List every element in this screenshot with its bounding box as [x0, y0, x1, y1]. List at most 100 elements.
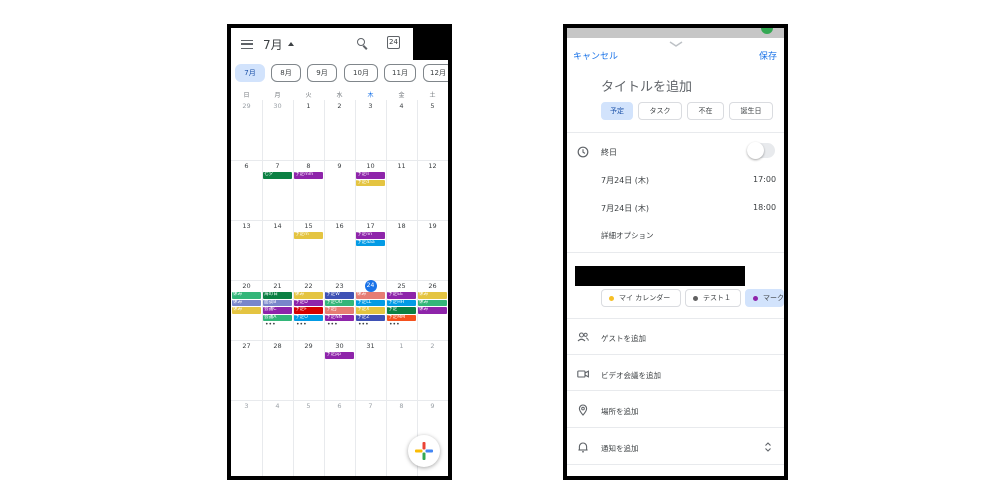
event-chip[interactable]: 休み [232, 299, 261, 307]
drag-handle-icon[interactable] [669, 41, 683, 47]
add-location-button[interactable]: 場所を追加 [601, 406, 639, 417]
day-number[interactable]: 4 [386, 102, 417, 110]
day-number[interactable]: 29 [293, 342, 324, 350]
start-time[interactable]: 17:00 [753, 175, 776, 184]
event-chip[interactable]: 予定LL [356, 299, 385, 307]
day-number[interactable]: 9 [417, 402, 448, 410]
day-number[interactable]: 15 [293, 222, 324, 230]
event-chip[interactable]: 予定nn [356, 232, 385, 239]
month-chip[interactable]: 7月 [235, 64, 265, 82]
event-chip[interactable]: 予定D [294, 299, 323, 307]
day-number[interactable]: 11 [386, 162, 417, 170]
event-chip[interactable]: 予定NN [325, 314, 354, 322]
event-chip[interactable]: 予定OO [325, 299, 354, 307]
event-chip[interactable]: 予定J [325, 307, 354, 314]
day-number[interactable]: 7 [355, 402, 386, 410]
end-date[interactable]: 7月24日 (木) [601, 203, 649, 214]
day-number[interactable]: 25 [386, 282, 417, 290]
day-number[interactable]: 30 [262, 102, 293, 110]
day-number[interactable]: 12 [417, 162, 448, 170]
event-chip[interactable]: 会議C [263, 307, 292, 314]
day-number[interactable]: 8 [386, 402, 417, 410]
menu-icon[interactable] [241, 40, 253, 49]
more-events-indicator[interactable]: ••• [327, 322, 338, 328]
day-number[interactable]: 5 [293, 402, 324, 410]
day-number[interactable]: 30 [324, 342, 355, 350]
day-number[interactable]: 2 [417, 342, 448, 350]
day-number[interactable]: 4 [262, 402, 293, 410]
event-chip[interactable]: 面談B [263, 299, 292, 307]
day-number[interactable]: 31 [355, 342, 386, 350]
day-number[interactable]: 3 [231, 402, 262, 410]
expand-collapse-icon[interactable] [764, 441, 772, 453]
event-chip[interactable]: 予定F [294, 307, 323, 314]
day-number[interactable]: 3 [355, 102, 386, 110]
start-date[interactable]: 7月24日 (木) [601, 175, 649, 186]
day-number[interactable]: 6 [324, 402, 355, 410]
month-chip[interactable]: 11月 [384, 64, 416, 82]
create-event-button[interactable] [408, 435, 440, 467]
event-type-chip[interactable]: 不在 [687, 102, 724, 120]
add-video-conference-button[interactable]: ビデオ会議を追加 [601, 370, 661, 381]
day-number[interactable]: 27 [231, 342, 262, 350]
event-chip[interactable]: 予定 [387, 307, 416, 314]
event-chip[interactable]: 休み [232, 307, 261, 314]
event-chip[interactable]: 予定X [356, 307, 385, 314]
day-number[interactable]: 28 [262, 342, 293, 350]
day-number[interactable]: 16 [324, 222, 355, 230]
more-events-indicator[interactable]: ••• [358, 322, 369, 328]
event-chip[interactable]: 予定MM [387, 314, 416, 322]
event-chip[interactable]: 予定ll [356, 172, 385, 179]
event-chip[interactable]: 休み [294, 292, 323, 299]
day-number[interactable]: 6 [231, 162, 262, 170]
event-chip[interactable]: 予定pp [325, 352, 354, 359]
day-number[interactable]: 8 [293, 162, 324, 170]
event-chip[interactable]: 会議A [263, 314, 292, 322]
day-number[interactable]: 26 [417, 282, 448, 290]
day-number[interactable]: 20 [231, 282, 262, 290]
month-chip[interactable]: 10月 [344, 64, 378, 82]
event-chip[interactable]: 海の日 [263, 292, 292, 299]
month-chip[interactable]: 8月 [271, 64, 301, 82]
event-chip[interactable]: 予定EE [387, 292, 416, 299]
day-number[interactable]: 7 [262, 162, 293, 170]
event-type-chip[interactable]: 誕生日 [729, 102, 773, 120]
month-chip[interactable]: 9月 [307, 64, 337, 82]
day-number[interactable]: 5 [417, 102, 448, 110]
event-type-chip[interactable]: タスク [638, 102, 682, 120]
title-input[interactable]: タイトルを追加 [601, 76, 692, 95]
day-number[interactable]: 1 [293, 102, 324, 110]
day-number[interactable]: 23 [324, 282, 355, 290]
today-calendar-icon[interactable]: 24 [387, 36, 400, 49]
event-chip[interactable]: 予定mm [294, 172, 323, 179]
add-notification-button[interactable]: 通知を追加 [601, 443, 639, 454]
all-day-toggle[interactable] [747, 142, 775, 159]
day-number[interactable]: 13 [231, 222, 262, 230]
month-chip[interactable]: 12月 [423, 64, 448, 82]
month-title[interactable]: 7月 [263, 36, 283, 53]
event-chip[interactable]: 休み [418, 299, 447, 307]
day-number[interactable]: 14 [262, 222, 293, 230]
day-number[interactable]: 10 [355, 162, 386, 170]
event-chip[interactable]: 休み [418, 292, 447, 299]
event-chip[interactable]: 予定O [294, 314, 323, 322]
calendar-choice-chip[interactable]: マイ カレンダー [601, 289, 681, 307]
day-number[interactable]: 1 [386, 342, 417, 350]
calendar-choice-chip[interactable]: テスト１ [685, 289, 741, 307]
more-options-link[interactable]: 詳細オプション [601, 230, 654, 241]
event-chip[interactable]: 七夕 [263, 172, 292, 179]
event-chip[interactable]: 休み [232, 292, 261, 299]
event-chip[interactable]: 予定m [294, 232, 323, 239]
more-events-indicator[interactable]: ••• [389, 322, 400, 328]
more-events-indicator[interactable]: ••• [296, 322, 307, 328]
add-guests-button[interactable]: ゲストを追加 [601, 333, 646, 344]
day-number[interactable]: 29 [231, 102, 262, 110]
event-chip[interactable]: 予定HH [387, 299, 416, 307]
today-date-marker[interactable]: 24 [364, 280, 377, 292]
event-chip[interactable]: 休み [356, 292, 385, 299]
save-button[interactable]: 保存 [759, 49, 777, 62]
day-number[interactable]: 19 [417, 222, 448, 230]
event-chip[interactable]: 休み [418, 307, 447, 314]
day-number[interactable]: 17 [355, 222, 386, 230]
search-icon[interactable] [357, 38, 365, 46]
